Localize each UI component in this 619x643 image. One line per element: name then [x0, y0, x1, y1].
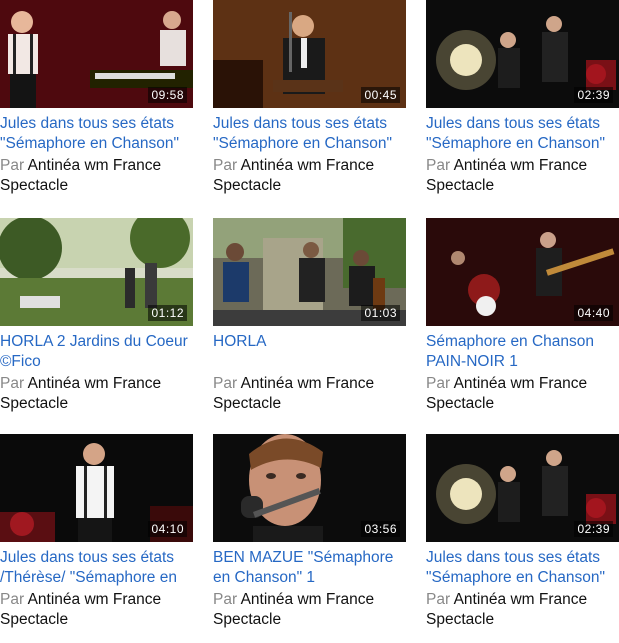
video-meta: Par Antinéa wm France Spectacle	[426, 374, 619, 414]
by-label: Par	[213, 157, 238, 174]
video-thumbnail[interactable]: 04:40	[426, 218, 619, 326]
by-label: Par	[426, 157, 451, 174]
video-thumbnail[interactable]: 04:10	[0, 434, 193, 542]
video-card: 09:58 Jules dans tous ses états "Sémapho…	[0, 0, 193, 196]
video-meta: Par Antinéa wm France Spectacle	[426, 156, 619, 196]
channel-link-cont[interactable]: Spectacle	[0, 611, 68, 628]
channel-link[interactable]: Antinéa wm France	[28, 375, 162, 392]
video-thumbnail[interactable]: 00:45	[213, 0, 406, 108]
channel-link-cont[interactable]: Spectacle	[426, 611, 494, 628]
video-thumbnail[interactable]: 02:39	[426, 434, 619, 542]
channel-link-cont[interactable]: Spectacle	[426, 395, 494, 412]
video-meta: Par Antinéa wm France Spectacle	[0, 156, 193, 196]
channel-link-cont[interactable]: Spectacle	[213, 395, 281, 412]
video-thumbnail[interactable]: 09:58	[0, 0, 193, 108]
duration-badge: 02:39	[574, 521, 613, 537]
duration-badge: 03:56	[361, 521, 400, 537]
video-title-link[interactable]: BEN MAZUE "Sémaphore en Chanson" 1	[213, 548, 406, 588]
channel-link[interactable]: Antinéa wm France	[454, 591, 588, 608]
video-thumbnail[interactable]: 02:39	[426, 0, 619, 108]
video-card: 01:03 HORLA Par Antinéa wm France Specta…	[213, 218, 406, 414]
video-card: 02:39 Jules dans tous ses états "Sémapho…	[426, 0, 619, 196]
video-title-link[interactable]: Jules dans tous ses états "Sémaphore en …	[426, 548, 619, 588]
channel-link-cont[interactable]: Spectacle	[0, 177, 68, 194]
by-label: Par	[213, 375, 238, 392]
video-title-link[interactable]: HORLA 2 Jardins du Coeur ©Fico	[0, 332, 193, 372]
by-label: Par	[0, 375, 25, 392]
duration-badge: 04:10	[148, 521, 187, 537]
channel-link[interactable]: Antinéa wm France	[454, 157, 588, 174]
channel-link-cont[interactable]: Spectacle	[213, 611, 281, 628]
video-card: 00:45 Jules dans tous ses états "Sémapho…	[213, 0, 406, 196]
by-label: Par	[0, 157, 25, 174]
channel-link[interactable]: Antinéa wm France	[241, 591, 375, 608]
channel-link-cont[interactable]: Spectacle	[213, 177, 281, 194]
duration-badge: 04:40	[574, 305, 613, 321]
channel-link-cont[interactable]: Spectacle	[0, 395, 68, 412]
video-title-link[interactable]: Sémaphore en Chanson PAIN-NOIR 1	[426, 332, 619, 372]
video-title-link[interactable]: Jules dans tous ses états "Sémaphore en …	[213, 114, 406, 154]
video-card: 01:12 HORLA 2 Jardins du Coeur ©Fico Par…	[0, 218, 193, 414]
video-thumbnail[interactable]: 01:03	[213, 218, 406, 326]
channel-link-cont[interactable]: Spectacle	[426, 177, 494, 194]
video-card: 04:40 Sémaphore en Chanson PAIN-NOIR 1 P…	[426, 218, 619, 414]
video-thumbnail[interactable]: 03:56	[213, 434, 406, 542]
video-meta: Par Antinéa wm France Spectacle	[213, 374, 406, 414]
duration-badge: 00:45	[361, 87, 400, 103]
video-title-link[interactable]: Jules dans tous ses états "Sémaphore en …	[426, 114, 619, 154]
channel-link[interactable]: Antinéa wm France	[28, 591, 162, 608]
channel-link[interactable]: Antinéa wm France	[241, 157, 375, 174]
channel-link[interactable]: Antinéa wm France	[28, 157, 162, 174]
channel-link[interactable]: Antinéa wm France	[241, 375, 375, 392]
video-meta: Par Antinéa wm France Spectacle	[0, 374, 193, 414]
video-title-link[interactable]: Jules dans tous ses états "Sémaphore en …	[0, 114, 193, 154]
video-card: 02:39 Jules dans tous ses états "Sémapho…	[426, 434, 619, 630]
by-label: Par	[426, 375, 451, 392]
video-thumbnail[interactable]: 01:12	[0, 218, 193, 326]
duration-badge: 01:12	[148, 305, 187, 321]
video-title-link[interactable]: Jules dans tous ses états /Thérèse/ "Sém…	[0, 548, 193, 588]
channel-link[interactable]: Antinéa wm France	[454, 375, 588, 392]
by-label: Par	[426, 591, 451, 608]
video-card: 03:56 BEN MAZUE "Sémaphore en Chanson" 1…	[213, 434, 406, 630]
video-meta: Par Antinéa wm France Spectacle	[213, 156, 406, 196]
duration-badge: 09:58	[148, 87, 187, 103]
video-title-link[interactable]: HORLA	[213, 332, 406, 372]
video-meta: Par Antinéa wm France Spectacle	[213, 590, 406, 630]
video-meta: Par Antinéa wm France Spectacle	[0, 590, 193, 630]
video-meta: Par Antinéa wm France Spectacle	[426, 590, 619, 630]
video-card: 04:10 Jules dans tous ses états /Thérèse…	[0, 434, 193, 630]
by-label: Par	[0, 591, 25, 608]
by-label: Par	[213, 591, 238, 608]
video-grid: 09:58 Jules dans tous ses états "Sémapho…	[0, 0, 619, 643]
duration-badge: 02:39	[574, 87, 613, 103]
duration-badge: 01:03	[361, 305, 400, 321]
